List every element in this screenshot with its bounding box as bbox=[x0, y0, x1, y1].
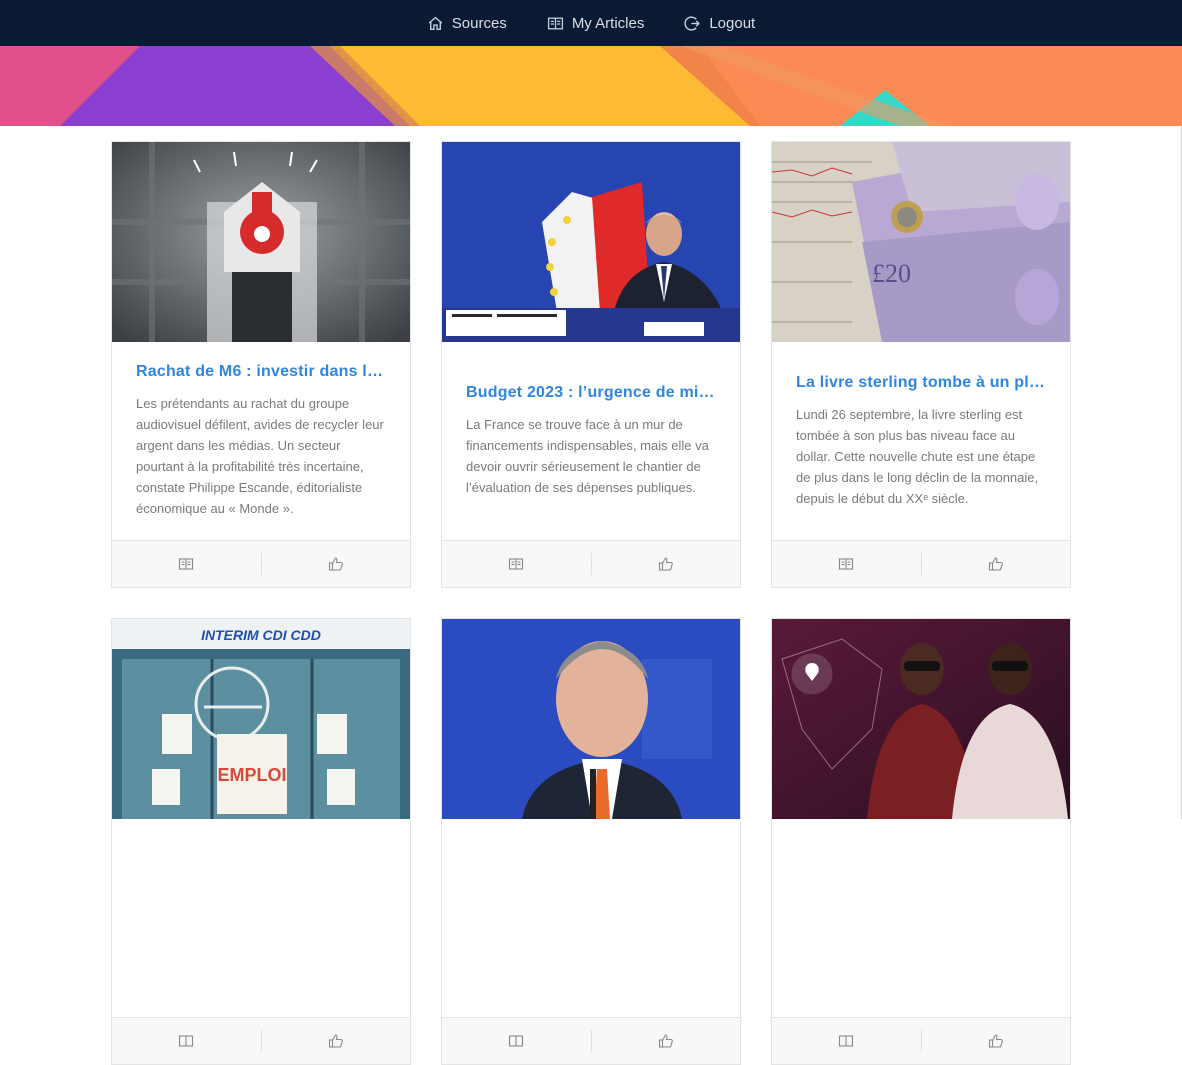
book-icon bbox=[839, 558, 854, 570]
article-title[interactable]: Budget 2023 : l’urgence de mieux dépense… bbox=[466, 384, 716, 402]
card-footer bbox=[112, 1017, 410, 1064]
read-button[interactable] bbox=[442, 1028, 591, 1054]
thumbs-up-icon bbox=[328, 557, 343, 571]
card-footer bbox=[772, 1017, 1070, 1064]
article-title[interactable]: Rachat de M6 : investir dans les médias bbox=[136, 363, 386, 381]
article-description: Les prétendants au rachat du groupe audi… bbox=[136, 396, 384, 516]
thumbs-up-icon bbox=[658, 557, 673, 571]
book-icon bbox=[839, 1035, 854, 1047]
article-card[interactable]: Rachat de M6 : investir dans les médias … bbox=[111, 141, 411, 588]
nav-my-articles[interactable]: My Articles bbox=[547, 14, 645, 32]
header-banner bbox=[0, 46, 1182, 126]
read-button[interactable] bbox=[112, 1028, 261, 1054]
nav-logout-label: Logout bbox=[709, 14, 756, 32]
svg-text:£20: £20 bbox=[872, 259, 911, 288]
nav-sources[interactable]: Sources bbox=[427, 15, 507, 32]
article-card[interactable] bbox=[771, 618, 1071, 1065]
article-description: Lundi 26 septembre, la livre sterling es… bbox=[796, 406, 1039, 506]
book-icon bbox=[179, 558, 194, 570]
like-button[interactable] bbox=[262, 551, 411, 577]
article-image-musicians[interactable] bbox=[772, 619, 1070, 819]
logout-icon bbox=[684, 15, 701, 31]
nav-my-articles-label: My Articles bbox=[571, 14, 645, 32]
card-footer bbox=[772, 540, 1070, 587]
read-button[interactable] bbox=[112, 551, 261, 577]
article-image-portrait[interactable] bbox=[442, 619, 740, 819]
card-footer bbox=[442, 540, 740, 587]
nav-logout[interactable]: Logout bbox=[684, 15, 755, 32]
nav-sources-label: Sources bbox=[451, 14, 507, 32]
article-image-pound[interactable]: £20 bbox=[772, 142, 1070, 342]
thumbs-up-icon bbox=[988, 1034, 1003, 1048]
thumbs-up-icon bbox=[328, 1034, 343, 1048]
poster-text: EMPLOI bbox=[217, 765, 286, 785]
like-button[interactable] bbox=[922, 1028, 1071, 1054]
article-image-employment[interactable]: INTERIM CDI CDD EMPLOI bbox=[112, 619, 410, 819]
like-button[interactable] bbox=[922, 551, 1071, 577]
like-button[interactable] bbox=[592, 551, 741, 577]
read-button[interactable] bbox=[442, 551, 591, 577]
article-description: La France se trouve face à un mur de fin… bbox=[466, 417, 709, 495]
articles-grid: Rachat de M6 : investir dans les médias … bbox=[111, 141, 1071, 1065]
card-footer bbox=[112, 540, 410, 587]
top-navbar: Sources My Articles Logout bbox=[0, 0, 1182, 46]
read-button[interactable] bbox=[772, 1028, 921, 1054]
book-icon bbox=[509, 1035, 524, 1047]
like-button[interactable] bbox=[262, 1028, 411, 1054]
home-icon bbox=[428, 16, 443, 30]
thumbs-up-icon bbox=[658, 1034, 673, 1048]
book-icon bbox=[547, 17, 563, 29]
article-title[interactable]: La livre sterling tombe à un plus bas hi… bbox=[796, 374, 1046, 392]
sign-text: INTERIM CDI CDD bbox=[201, 627, 321, 643]
article-image-m6[interactable] bbox=[112, 142, 410, 342]
article-image-budget[interactable] bbox=[442, 142, 740, 342]
card-footer bbox=[442, 1017, 740, 1064]
read-button[interactable] bbox=[772, 551, 921, 577]
article-card[interactable]: INTERIM CDI CDD EMPLOI bbox=[111, 618, 411, 1065]
book-icon bbox=[509, 558, 524, 570]
like-button[interactable] bbox=[592, 1028, 741, 1054]
article-card[interactable] bbox=[441, 618, 741, 1065]
book-icon bbox=[179, 1035, 194, 1047]
article-card[interactable]: Budget 2023 : l’urgence de mieux dépense… bbox=[441, 141, 741, 588]
article-card[interactable]: £20 La livre sterling tombe à un plus ba… bbox=[771, 141, 1071, 588]
thumbs-up-icon bbox=[988, 557, 1003, 571]
